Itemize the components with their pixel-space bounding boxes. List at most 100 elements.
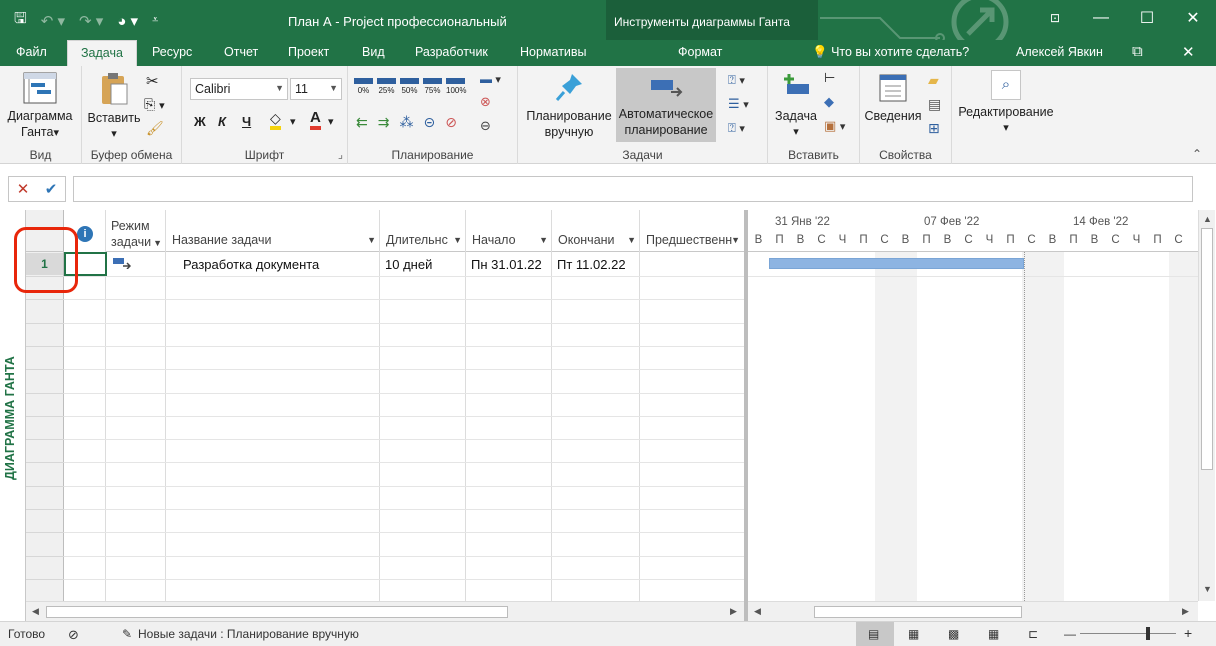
details-icon[interactable]: ▤ [928,96,941,113]
add-to-timeline-icon[interactable]: ⊞ [928,120,940,137]
resource-sheet-icon[interactable]: ▦ [988,627,999,641]
task-bar[interactable] [769,258,1024,269]
cancel-entry-icon[interactable]: ✕ [17,180,30,198]
insert-task-button[interactable]: Задача ▾ [772,72,820,140]
respect-links-icon[interactable]: ⊗ [480,94,491,110]
gantt-chart-button[interactable]: Диаграмма Ганта▾ [4,72,76,141]
task-mode-icon[interactable] [108,253,136,275]
tell-me-search[interactable]: 💡 Что вы хотите сделать? [812,45,969,60]
tab-project[interactable]: Проект [288,45,329,59]
pct-75-button[interactable]: 75% [423,78,442,95]
inspect-icon[interactable]: ⍰ ▾ [728,72,745,88]
summary-icon[interactable]: ⊢ [824,70,835,86]
auto-schedule-button[interactable]: Автоматическое планирование [616,68,716,142]
information-button[interactable]: Сведения [862,72,924,124]
vertical-scroll-thumb[interactable] [1201,228,1213,470]
tab-file[interactable]: Файл [16,45,47,59]
highlight-color-icon[interactable]: ◇ [270,110,281,130]
editing-button[interactable]: ⌕ Редактирование ▾ [954,70,1058,136]
task-name-cell[interactable]: Разработка документа [178,253,324,275]
finish-header[interactable]: Окончани ▼ [552,210,640,252]
report-icon[interactable]: ⊏ [1028,627,1038,641]
tab-developer[interactable]: Разработчик [415,45,488,59]
scroll-up-icon[interactable]: ▲ [1203,214,1212,224]
minimize-button[interactable]: — [1078,0,1124,36]
unlink-tasks-icon[interactable]: ⊘ [445,114,457,131]
tab-view[interactable]: Вид [362,45,385,59]
tab-report[interactable]: Отчет [224,45,258,59]
pct-25-button[interactable]: 25% [377,78,396,95]
milestone-icon[interactable]: ◆ [824,94,834,110]
scroll-left-icon[interactable]: ◀ [32,606,39,617]
format-painter-icon[interactable]: 🖌 [146,120,164,137]
maximize-button[interactable]: ☐ [1124,0,1170,36]
manual-schedule-button[interactable]: Планирование вручную [522,72,616,140]
restore-window-icon[interactable]: ⧉ [1132,43,1143,60]
collapse-ribbon-icon[interactable]: ⌃ [1192,147,1202,161]
paste-button[interactable]: Вставить ▾ [86,72,142,142]
tab-norms[interactable]: Нормативы [520,45,587,59]
paint-icon[interactable]: ◕ ▾ [117,12,138,30]
start-header[interactable]: Начало ▼ [466,210,552,252]
font-name-select[interactable]: Calibri ▼ [190,78,288,100]
pct-100-button[interactable]: 100% [446,78,466,95]
scroll-down-icon[interactable]: ▼ [1203,584,1212,594]
customize-qat-icon[interactable]: ⩡ [152,14,158,27]
tab-resource[interactable]: Ресурс [152,45,192,59]
move-icon[interactable]: ☰ ▾ [728,96,749,112]
confirm-entry-icon[interactable]: ✔ [45,180,58,198]
chevron-down-icon[interactable]: ▾ [290,115,296,128]
pct-50-button[interactable]: 50% [400,78,419,95]
outdent-icon[interactable]: ⇇ [356,114,368,131]
scroll-right-icon[interactable]: ▶ [730,606,737,617]
task-start-cell[interactable]: Пн 31.01.22 [466,253,547,275]
status-new-tasks[interactable]: Новые задачи : Планирование вручную [138,627,359,641]
mode-icon[interactable]: ⍰ ▾ [728,120,745,136]
mode-header[interactable]: Режим задачи ▼ [106,210,166,252]
tab-task[interactable]: Задача [67,40,137,67]
scroll-right-icon[interactable]: ▶ [1182,606,1189,617]
zoom-slider-track[interactable] [1080,633,1176,634]
close-document-icon[interactable]: ✕ [1182,43,1195,61]
indent-icon[interactable]: ⇉ [378,114,390,131]
cut-icon[interactable]: ✂ [146,72,159,90]
predecessors-header[interactable]: Предшественн ▼ [640,210,744,252]
task-duration-cell[interactable]: 10 дней [380,253,437,275]
underline-button[interactable]: Ч [242,114,251,129]
close-button[interactable]: ✕ [1170,0,1216,36]
save-icon[interactable]: 🖫 [14,8,27,33]
deliverable-icon[interactable]: ▣ ▾ [824,118,845,134]
table-scroll-thumb[interactable] [46,606,508,618]
tab-format[interactable]: Формат [678,45,722,59]
zoom-in-icon[interactable]: + [1184,625,1192,641]
vertical-scrollbar[interactable]: ▲ ▼ [1198,210,1215,601]
name-header[interactable]: Название задачи ▼ [166,210,380,252]
split-task-icon[interactable]: ⁂ [399,114,413,131]
mark-on-track-icon[interactable]: ▬ ▾ [480,72,501,86]
gantt-horizontal-scrollbar[interactable]: ◀ ▶ [748,601,1198,621]
zoom-out-icon[interactable]: — [1064,627,1076,641]
team-planner-icon[interactable]: ▩ [948,627,959,641]
inactivate-icon[interactable]: ⊖ [480,118,491,134]
bold-button[interactable]: Ж [194,114,206,129]
italic-button[interactable]: К [218,114,226,129]
copy-icon[interactable]: ⎘ ▾ [144,96,165,113]
notes-icon[interactable]: ▰ [928,72,939,89]
user-name[interactable]: Алексей Явкин [1016,45,1103,59]
table-horizontal-scrollbar[interactable]: ◀ ▶ [26,601,744,621]
task-usage-icon[interactable]: ▦ [908,627,919,641]
font-size-select[interactable]: 11 ▼ [290,78,342,100]
task-predecessors-cell[interactable] [640,253,650,275]
chevron-down-icon[interactable]: ▾ [328,115,334,128]
macro-icon[interactable]: ⊘ [68,627,79,643]
pct-0-button[interactable]: 0% [354,78,373,95]
task-finish-cell[interactable]: Пт 11.02.22 [552,253,631,275]
ribbon-display-icon[interactable]: ⊡ [1032,0,1078,36]
duration-header[interactable]: Длительнс ▼ [380,210,466,252]
gantt-scroll-thumb[interactable] [814,606,1022,618]
scroll-left-icon[interactable]: ◀ [754,606,761,617]
entry-input[interactable] [73,176,1193,202]
zoom-slider-thumb[interactable] [1146,627,1150,640]
font-color-icon[interactable]: A [310,110,321,130]
link-tasks-icon[interactable]: ⊝ [423,114,435,131]
